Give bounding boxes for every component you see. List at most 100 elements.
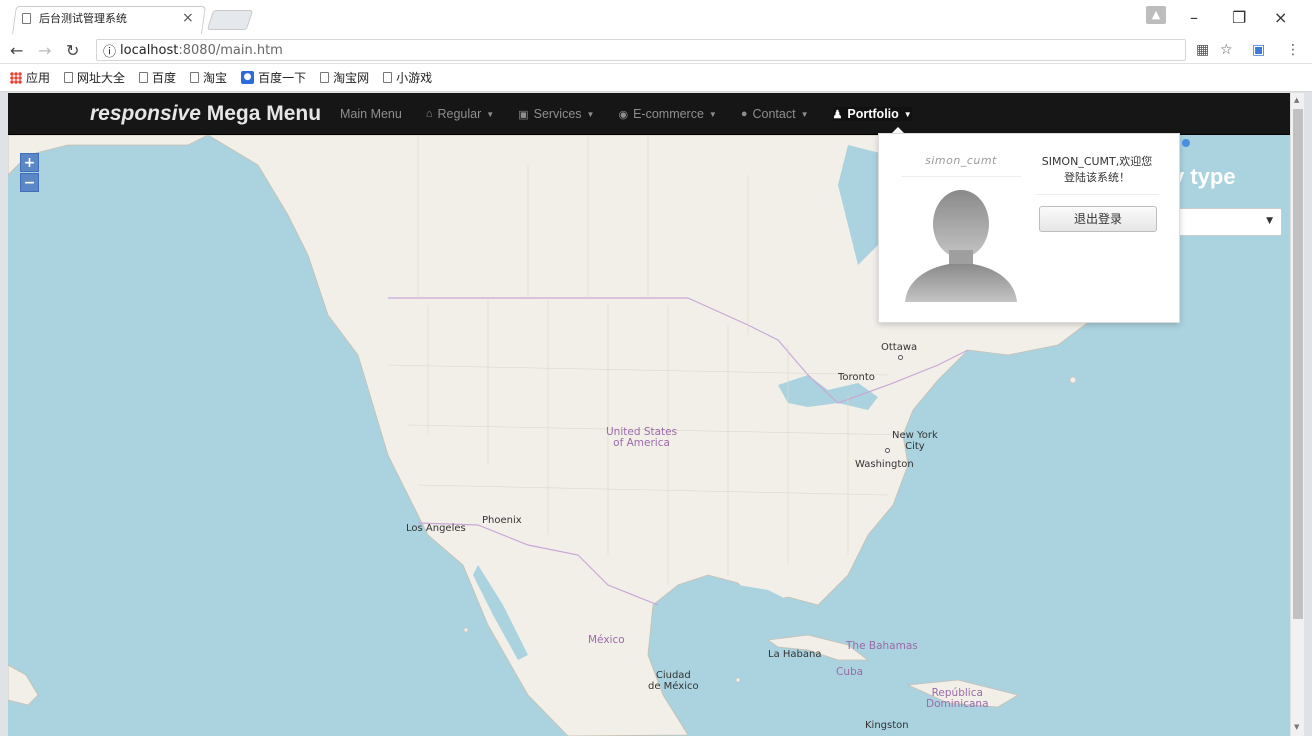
bookmark-label: 应用 [26, 71, 51, 85]
apps-icon [10, 71, 22, 84]
map-label-kingston: Kingston [865, 720, 909, 731]
tab-close-icon[interactable]: × [182, 10, 194, 26]
close-window-icon[interactable]: × [1274, 8, 1287, 27]
zoom-out-button[interactable]: − [20, 173, 39, 192]
minimize-icon[interactable]: – [1190, 8, 1198, 27]
page-scrollbar[interactable]: ▲ ▼ [1290, 93, 1304, 736]
username-label: simon_cumt [925, 154, 997, 167]
scrollbar-thumb[interactable] [1293, 109, 1303, 619]
type-label: y type [1172, 164, 1236, 189]
map-label-bahamas: The Bahamas [846, 640, 918, 652]
location-marker [1182, 139, 1190, 147]
new-tab-button[interactable] [206, 10, 254, 30]
nav-item-contact[interactable]: ● Contact ▼ [741, 107, 809, 121]
extension-icon[interactable]: ▣ [1252, 42, 1265, 58]
caret-down-icon: ▼ [800, 109, 809, 119]
back-arrow-icon[interactable]: ← [10, 41, 23, 60]
welcome-line1: SIMON_CUMT,欢迎您 [1041, 155, 1153, 168]
restore-icon[interactable]: ❐ [1232, 8, 1246, 27]
profile-icon[interactable]: ▲ [1146, 6, 1166, 24]
nav-item-ecommerce[interactable]: ◉ E-commerce ▼ [618, 107, 716, 121]
bookmark-item[interactable]: 淘宝 [190, 69, 227, 86]
url-input[interactable]: ⓘ localhost:8080/main.htm [96, 39, 1186, 61]
briefcase-icon: ▣ [518, 108, 529, 121]
small-island [1069, 376, 1077, 384]
caret-down-icon: ▼ [708, 109, 717, 119]
bookmark-item[interactable]: 淘宝网 [320, 69, 369, 86]
home-icon: ⌂ [425, 108, 433, 120]
map-label-phoenix: Phoenix [482, 515, 522, 526]
forward-arrow-icon[interactable]: → [38, 41, 51, 60]
reload-icon[interactable]: ↻ [66, 41, 79, 60]
browser-tab-bar: 后台测试管理系统 × ▲ – ❐ × [0, 0, 1312, 36]
bookmarks-bar: 应用 网址大全 百度 淘宝 ● 百度一下 淘宝网 小游戏 [0, 64, 1312, 92]
mega-menu-navbar: responsive Mega Menu Main Menu ⌂ Regular… [8, 93, 1290, 135]
map-label-republica: República Dominicana [926, 688, 989, 710]
map-label-ciudad-line1: Ciudad [655, 670, 691, 681]
baidu-paw-icon: ● [241, 71, 255, 84]
bookmark-label: 淘宝 [203, 71, 228, 85]
map-label-washington: Washington [855, 459, 914, 470]
map-label-toronto: Toronto [838, 372, 875, 383]
caret-down-icon: ▼ [486, 109, 495, 119]
map-label-newyork-line2: City [905, 441, 925, 452]
map-label-newyork-line1: New York [892, 430, 938, 441]
map-label-republica-line2: Dominicana [926, 698, 989, 710]
island-left [8, 664, 39, 706]
map-label-usa-line2: of America [613, 437, 670, 449]
bookmark-label: 淘宝网 [333, 71, 370, 85]
map-label-cuba: Cuba [836, 666, 864, 678]
bookmark-label: 小游戏 [396, 71, 433, 85]
translate-icon[interactable]: ▦ [1196, 42, 1209, 58]
zoom-in-button[interactable]: + [20, 153, 39, 172]
map-label-labahana: La Habana [768, 649, 822, 660]
divider [1035, 194, 1159, 195]
tab-title: 后台测试管理系统 [39, 12, 127, 25]
map-label-ciudad-line2: de México [648, 681, 699, 692]
nav-item-portfolio[interactable]: ♟ Portfolio ▼ [832, 107, 912, 121]
menu-dots-icon[interactable]: ⋮ [1286, 42, 1300, 58]
globe-icon: ● [740, 108, 748, 120]
bookmark-apps[interactable]: 应用 [10, 69, 50, 86]
small-island [463, 627, 469, 633]
welcome-message: SIMON_CUMT,欢迎您 登陆该系统！ [1035, 154, 1159, 186]
page-icon [139, 72, 149, 83]
info-circle-icon: ◉ [618, 108, 629, 121]
welcome-line2: 登陆该系统！ [1064, 171, 1130, 184]
url-host: localhost [120, 42, 179, 58]
small-island [735, 677, 741, 683]
city-dot [898, 355, 903, 360]
caret-down-icon: ▼ [586, 109, 595, 119]
portfolio-dropdown: simon_cumt SIMON_CUMT,欢迎您 登陆该系统！ 退出登录 [878, 133, 1180, 323]
browser-tab-content[interactable]: 后台测试管理系统 [22, 10, 127, 26]
nav-item-services[interactable]: ▣ Services ▼ [518, 107, 594, 121]
page-icon [320, 72, 330, 83]
nav-item-label: Regular [437, 107, 482, 121]
map-label-newyork: New York City [892, 430, 938, 452]
map-label-mexico: México [588, 634, 625, 646]
logout-button[interactable]: 退出登录 [1039, 206, 1157, 232]
map-label-ciudad: Ciudad de México [648, 670, 699, 692]
type-select[interactable]: ▼ [1172, 208, 1282, 236]
scroll-up-icon[interactable]: ▲ [1294, 96, 1299, 104]
chevron-down-icon: ▼ [1266, 216, 1273, 226]
map-label-ottawa: Ottawa [881, 342, 918, 353]
page-icon [64, 72, 74, 83]
bookmark-item[interactable]: 小游戏 [383, 69, 432, 86]
caret-down-icon: ▼ [903, 109, 912, 119]
brand-text: Mega Menu [200, 102, 322, 125]
bookmark-item[interactable]: 网址大全 [64, 69, 125, 86]
info-icon[interactable]: ⓘ [103, 41, 116, 60]
brand-logo[interactable]: responsive Mega Menu [90, 102, 321, 126]
bookmark-label: 百度 [152, 71, 177, 85]
bookmark-item[interactable]: 百度 [139, 69, 176, 86]
nav-item-label: Services [533, 107, 582, 121]
nav-item-main-menu[interactable]: Main Menu [340, 107, 402, 121]
bookmark-item[interactable]: ● 百度一下 [241, 69, 306, 86]
page-icon [190, 72, 200, 83]
address-bar: ← → ↻ ⓘ localhost:8080/main.htm ▦ ☆ ▣ ⋮ [0, 36, 1312, 64]
nav-item-regular[interactable]: ⌂ Regular ▼ [426, 107, 494, 121]
scroll-down-icon[interactable]: ▼ [1294, 723, 1299, 731]
bookmark-label: 百度一下 [258, 71, 307, 85]
bookmark-star-icon[interactable]: ☆ [1220, 42, 1233, 58]
